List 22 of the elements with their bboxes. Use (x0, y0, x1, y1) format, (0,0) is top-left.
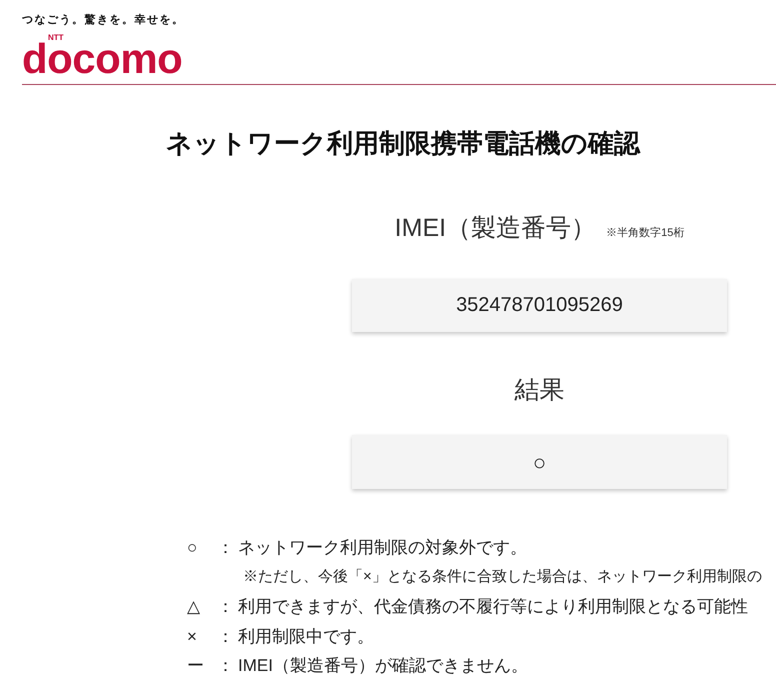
tagline: つなごう。驚きを。幸せを。 (22, 12, 184, 28)
separator-colon: ： (217, 537, 235, 559)
legend-text: ネットワーク利用制限の対象外です。 (238, 537, 527, 559)
imei-label: IMEI（製造番号） (394, 213, 596, 244)
status-symbol: × (187, 626, 198, 648)
separator-colon: ： (217, 626, 235, 648)
status-symbol: ○ (187, 537, 198, 559)
result-field: ○ (352, 435, 727, 489)
legend-text: IMEI（製造番号）が確認できません。 (238, 655, 528, 677)
legend-text: 利用できますが、代金債務の不履行等により利用制限となる可能性 (238, 596, 748, 618)
page-title: ネットワーク利用制限携帯電話機の確認 (166, 127, 640, 160)
status-symbol: ー (187, 655, 205, 677)
status-symbol: △ (187, 596, 201, 618)
imei-input-field[interactable]: 352478701095269 (352, 279, 727, 332)
separator-colon: ： (217, 655, 235, 677)
result-label: 結果 (514, 375, 564, 406)
legend-text: 利用制限中です。 (238, 626, 374, 648)
legend-note: ※ただし、今後「×」となる条件に合致した場合は、ネットワーク利用制限の (243, 567, 762, 587)
imei-note: ※半角数字15桁 (606, 226, 684, 241)
logo-mark-text: NTT (48, 34, 64, 42)
logo-wordmark: docomo (22, 40, 182, 78)
separator-colon: ： (217, 596, 235, 618)
